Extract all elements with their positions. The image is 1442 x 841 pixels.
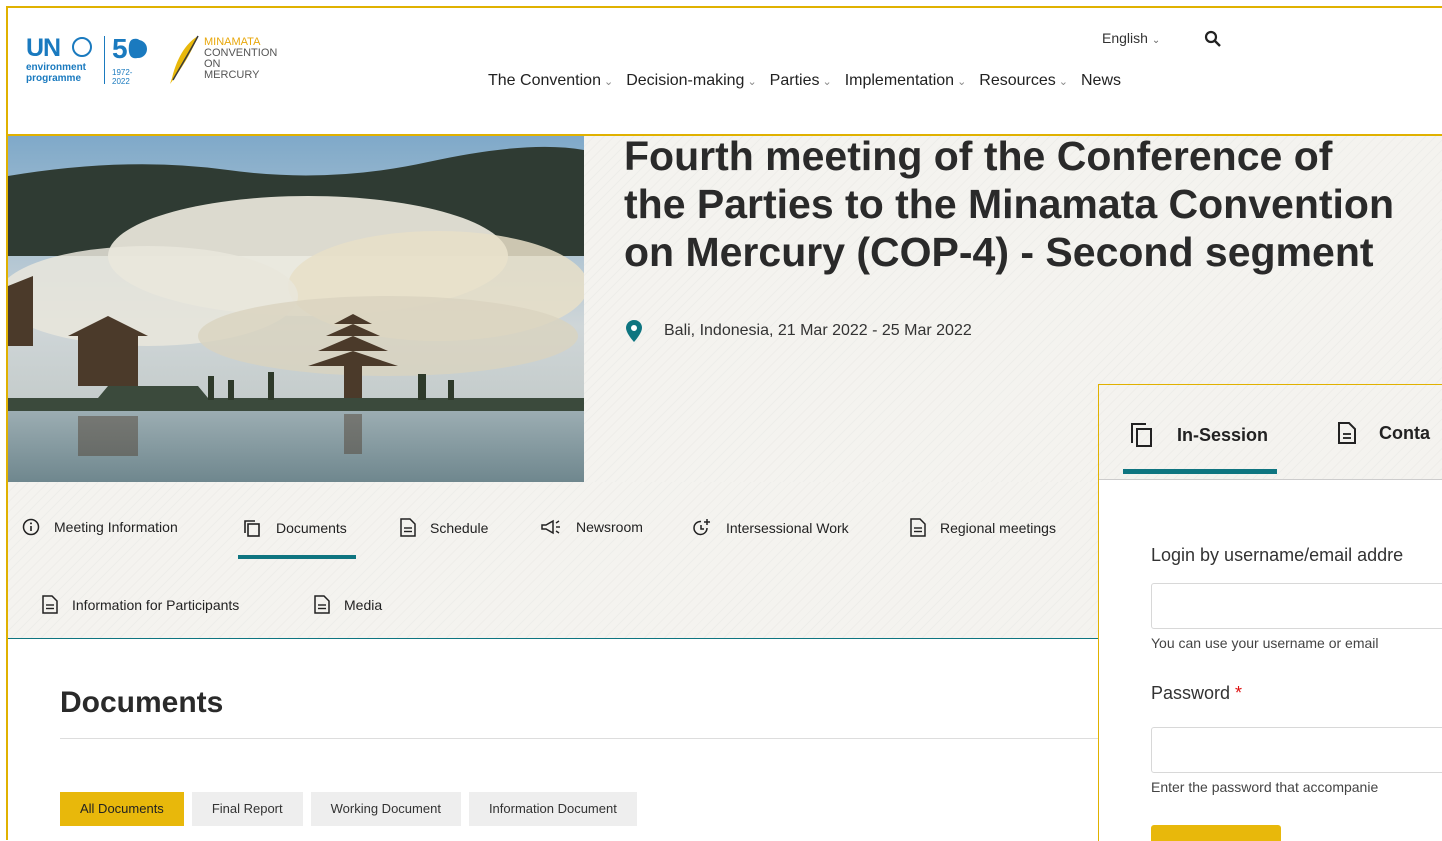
chevron-down-icon: ⌄: [822, 76, 832, 88]
copy-icon: [1131, 423, 1152, 447]
login-button[interactable]: [1151, 825, 1281, 841]
tab-information-for-participants[interactable]: Information for Participants: [42, 595, 239, 614]
nav-the-convention[interactable]: The Convention ⌄: [488, 72, 613, 90]
filter-working-document[interactable]: Working Document: [310, 792, 461, 826]
panel-divider: [1099, 479, 1442, 480]
filter-final-report[interactable]: Final Report: [191, 792, 303, 826]
file-icon: [400, 518, 416, 537]
minamata-wordmark: MINAMATA CONVENTION ON MERCURY: [204, 36, 278, 81]
site-header: UN environment programme 50 1972-2022 MI…: [8, 8, 1442, 136]
chevron-down-icon: ⌄: [603, 76, 614, 88]
un-logo-text: UN: [26, 34, 61, 62]
nav-news[interactable]: News: [1081, 72, 1121, 90]
location-text: Bali, Indonesia, 21 Mar 2022 - 25 Mar 20…: [664, 322, 972, 339]
hero-image: [8, 136, 584, 482]
language-selector[interactable]: English ⌄: [1102, 30, 1160, 46]
file-icon: [910, 518, 926, 537]
nav-parties[interactable]: Parties ⌄: [770, 72, 832, 90]
tab-meeting-information[interactable]: Meeting Information: [22, 518, 178, 536]
megaphone-icon: [541, 519, 560, 535]
nav-implementation[interactable]: Implementation ⌄: [845, 72, 967, 90]
filter-all-documents[interactable]: All Documents: [60, 792, 184, 826]
language-label: English: [1102, 30, 1148, 46]
section-divider: [60, 738, 1100, 739]
globe-icon: [129, 40, 147, 58]
password-label: Password *: [1151, 683, 1243, 703]
meeting-location: Bali, Indonesia, 21 Mar 2022 - 25 Mar 20…: [626, 320, 972, 342]
nav-resources[interactable]: Resources ⌄: [979, 72, 1068, 90]
login-panel: In-Session Conta Login by username/email…: [1098, 384, 1442, 841]
tab-contact[interactable]: Conta: [1337, 421, 1430, 445]
chevron-down-icon: ⌄: [1058, 76, 1068, 88]
documents-heading: Documents: [60, 686, 224, 719]
tab-in-session[interactable]: In-Session: [1129, 421, 1268, 449]
tab-media[interactable]: Media: [314, 595, 382, 614]
password-input[interactable]: [1151, 727, 1442, 773]
chevron-down-icon: ⌄: [957, 76, 967, 88]
panel-tabs: In-Session Conta: [1099, 385, 1442, 479]
username-input[interactable]: [1151, 583, 1442, 629]
location-pin-icon: [626, 320, 642, 342]
clock-plus-icon: [693, 519, 710, 536]
username-label: Login by username/email addre: [1151, 545, 1404, 565]
copy-icon: [244, 520, 260, 537]
nav-decision-making[interactable]: Decision-making ⌄: [626, 72, 756, 90]
main-nav: The Convention ⌄ Decision-making ⌄ Parties…: [488, 72, 1134, 90]
anniversary-years: 1972-2022: [112, 68, 133, 86]
file-icon: [1338, 422, 1356, 444]
active-tab-indicator: [238, 555, 356, 559]
tab-regional-meetings[interactable]: Regional meetings: [910, 518, 1056, 537]
tab-newsroom[interactable]: Newsroom: [540, 518, 643, 536]
page-title: Fourth meeting of the Conference of the …: [624, 133, 1394, 275]
tab-documents[interactable]: Documents: [242, 518, 347, 538]
document-filters: All Documents Final Report Working Docum…: [60, 792, 637, 826]
file-icon: [314, 595, 330, 614]
required-marker: *: [1235, 683, 1243, 703]
info-icon: [22, 518, 40, 536]
unep-label: environment programme: [26, 62, 87, 84]
tab-intersessional-work[interactable]: Intersessional Work: [692, 518, 849, 538]
file-icon: [42, 595, 58, 614]
password-help: Enter the password that accompanie: [1151, 779, 1379, 795]
active-tab-indicator: [1123, 469, 1277, 474]
chevron-down-icon: ⌄: [1151, 35, 1161, 46]
tab-schedule[interactable]: Schedule: [400, 518, 488, 537]
logo-divider: [104, 36, 105, 84]
feather-icon: [170, 35, 199, 84]
un-emblem-icon: [72, 37, 92, 57]
filter-information-document[interactable]: Information Document: [468, 792, 637, 826]
chevron-down-icon: ⌄: [747, 76, 757, 88]
search-icon[interactable]: [1204, 30, 1222, 48]
username-help: You can use your username or email: [1151, 635, 1379, 651]
